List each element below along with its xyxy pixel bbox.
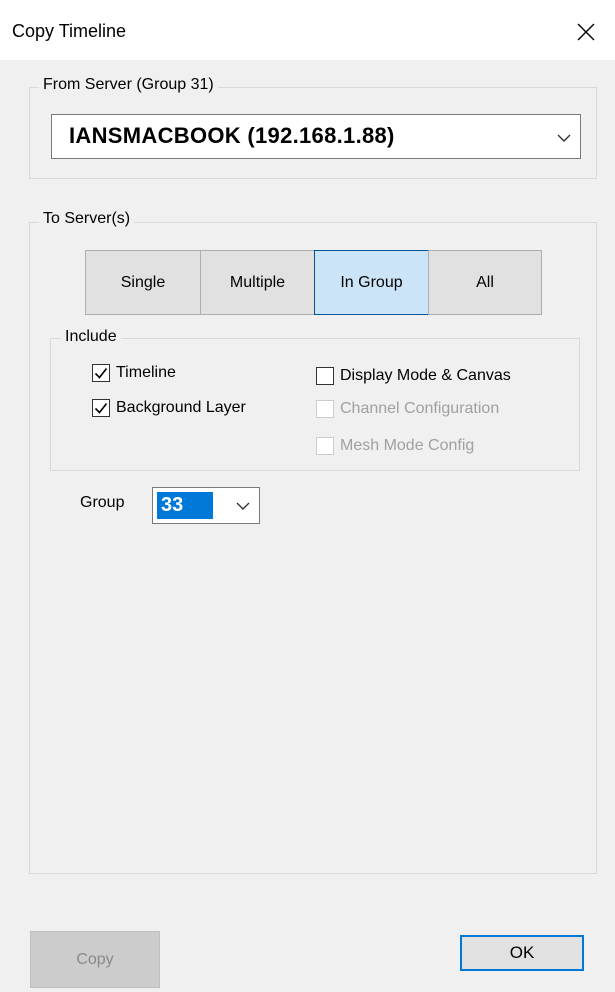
ok-button-label: OK [509, 943, 535, 962]
from-server-value: IANSMACBOOK (192.168.1.88) [69, 123, 395, 148]
window-title: Copy Timeline [12, 21, 127, 41]
close-icon [577, 23, 595, 41]
check-icon [94, 403, 108, 414]
background-layer-label: Background Layer [116, 399, 246, 416]
display-mode-canvas-checkbox[interactable] [316, 367, 334, 385]
group-label: Group [80, 494, 125, 511]
include-legend: Include [61, 328, 121, 346]
chevron-down-icon [557, 134, 571, 142]
mesh-mode-config-label: Mesh Mode Config [340, 437, 475, 454]
from-server-dropdown[interactable]: IANSMACBOOK (192.168.1.88) [51, 114, 581, 159]
mesh-mode-config-checkbox-row: Mesh Mode Config [316, 437, 474, 455]
timeline-checkbox-row[interactable]: Timeline [92, 364, 176, 382]
group-dropdown[interactable]: 33 [152, 487, 260, 524]
mode-all-label: All [476, 273, 494, 291]
close-button[interactable] [568, 14, 604, 50]
ok-button[interactable]: OK [460, 935, 584, 971]
to-servers-legend: To Server(s) [39, 210, 135, 228]
mode-multiple-label: Multiple [229, 273, 286, 291]
background-layer-checkbox-row[interactable]: Background Layer [92, 399, 246, 417]
channel-configuration-checkbox [316, 400, 334, 418]
to-servers-group [29, 222, 597, 874]
copy-button-label: Copy [76, 950, 114, 968]
mode-single-button[interactable]: Single [85, 250, 201, 315]
mode-single-label: Single [120, 273, 166, 291]
mode-in-group-label: In Group [340, 273, 403, 291]
chevron-down-icon [236, 502, 250, 510]
display-mode-canvas-checkbox-row[interactable]: Display Mode & Canvas [316, 367, 511, 385]
group-value: 33 [157, 492, 213, 519]
timeline-checkbox[interactable] [92, 364, 110, 382]
channel-configuration-label: Channel Configuration [340, 400, 500, 417]
mesh-mode-config-checkbox [316, 437, 334, 455]
copy-button[interactable]: Copy [30, 931, 160, 988]
timeline-label: Timeline [116, 364, 176, 381]
display-mode-canvas-label: Display Mode & Canvas [340, 367, 511, 384]
from-server-legend: From Server (Group 31) [39, 76, 218, 94]
title-bar: Copy Timeline [0, 0, 615, 60]
check-icon [94, 368, 108, 379]
mode-all-button[interactable]: All [428, 250, 542, 315]
channel-configuration-checkbox-row: Channel Configuration [316, 400, 499, 418]
mode-in-group-button[interactable]: In Group [314, 250, 429, 315]
background-layer-checkbox[interactable] [92, 399, 110, 417]
mode-multiple-button[interactable]: Multiple [200, 250, 315, 315]
